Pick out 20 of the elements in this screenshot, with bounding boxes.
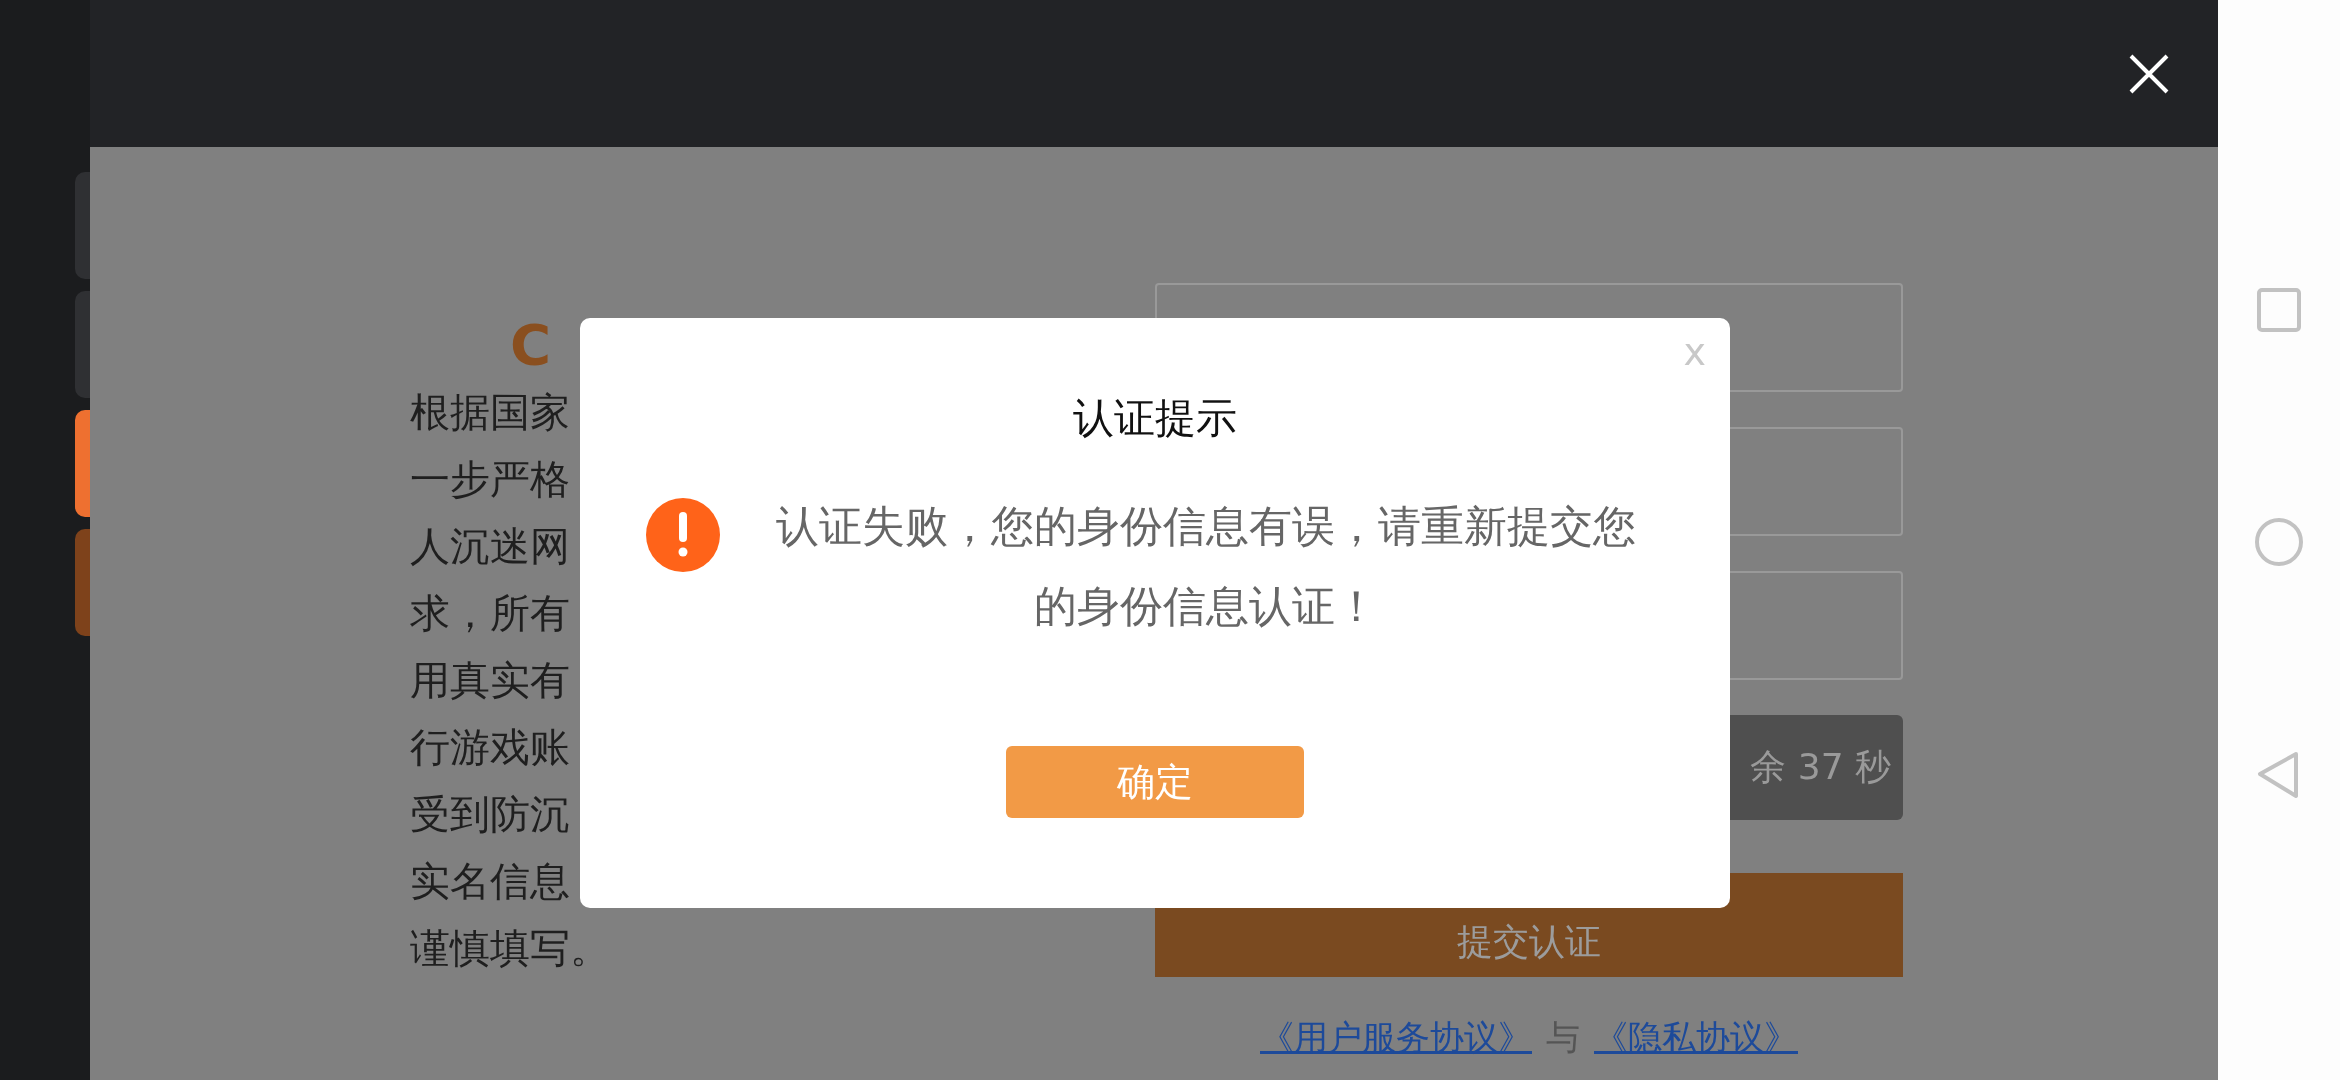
notice-text: 行游戏账 — [410, 723, 570, 772]
notice-text: 受到防沉 — [410, 790, 570, 839]
notice-text: 人沉迷网 — [410, 522, 570, 571]
close-icon[interactable] — [2128, 52, 2170, 95]
agreement-link[interactable]: 《用户服务协议》 — [1260, 1015, 1532, 1061]
notice-text: 实名信息 — [410, 857, 570, 906]
notice-text: 根据国家 — [410, 388, 570, 437]
logo: C — [510, 315, 552, 375]
tab-edge[interactable] — [75, 410, 90, 517]
notice-text: 用真实有 — [410, 656, 570, 705]
notice-text: 求，所有 — [410, 589, 570, 638]
dialog-title: 认证提示 — [1073, 394, 1237, 442]
warning-icon — [646, 498, 720, 572]
notice-text: 谨慎填写。 — [410, 924, 610, 973]
confirm-button[interactable]: 确定 — [1006, 746, 1304, 818]
notice-text: 一步严格 — [410, 455, 570, 504]
dialog-message: 认证失败，您的身份信息有误，请重新提交您的身份信息认证！ — [775, 500, 1637, 633]
agreement-link[interactable]: 《隐私协议》 — [1594, 1015, 1798, 1061]
recents-icon[interactable] — [2255, 286, 2303, 334]
home-icon[interactable] — [2253, 516, 2305, 568]
